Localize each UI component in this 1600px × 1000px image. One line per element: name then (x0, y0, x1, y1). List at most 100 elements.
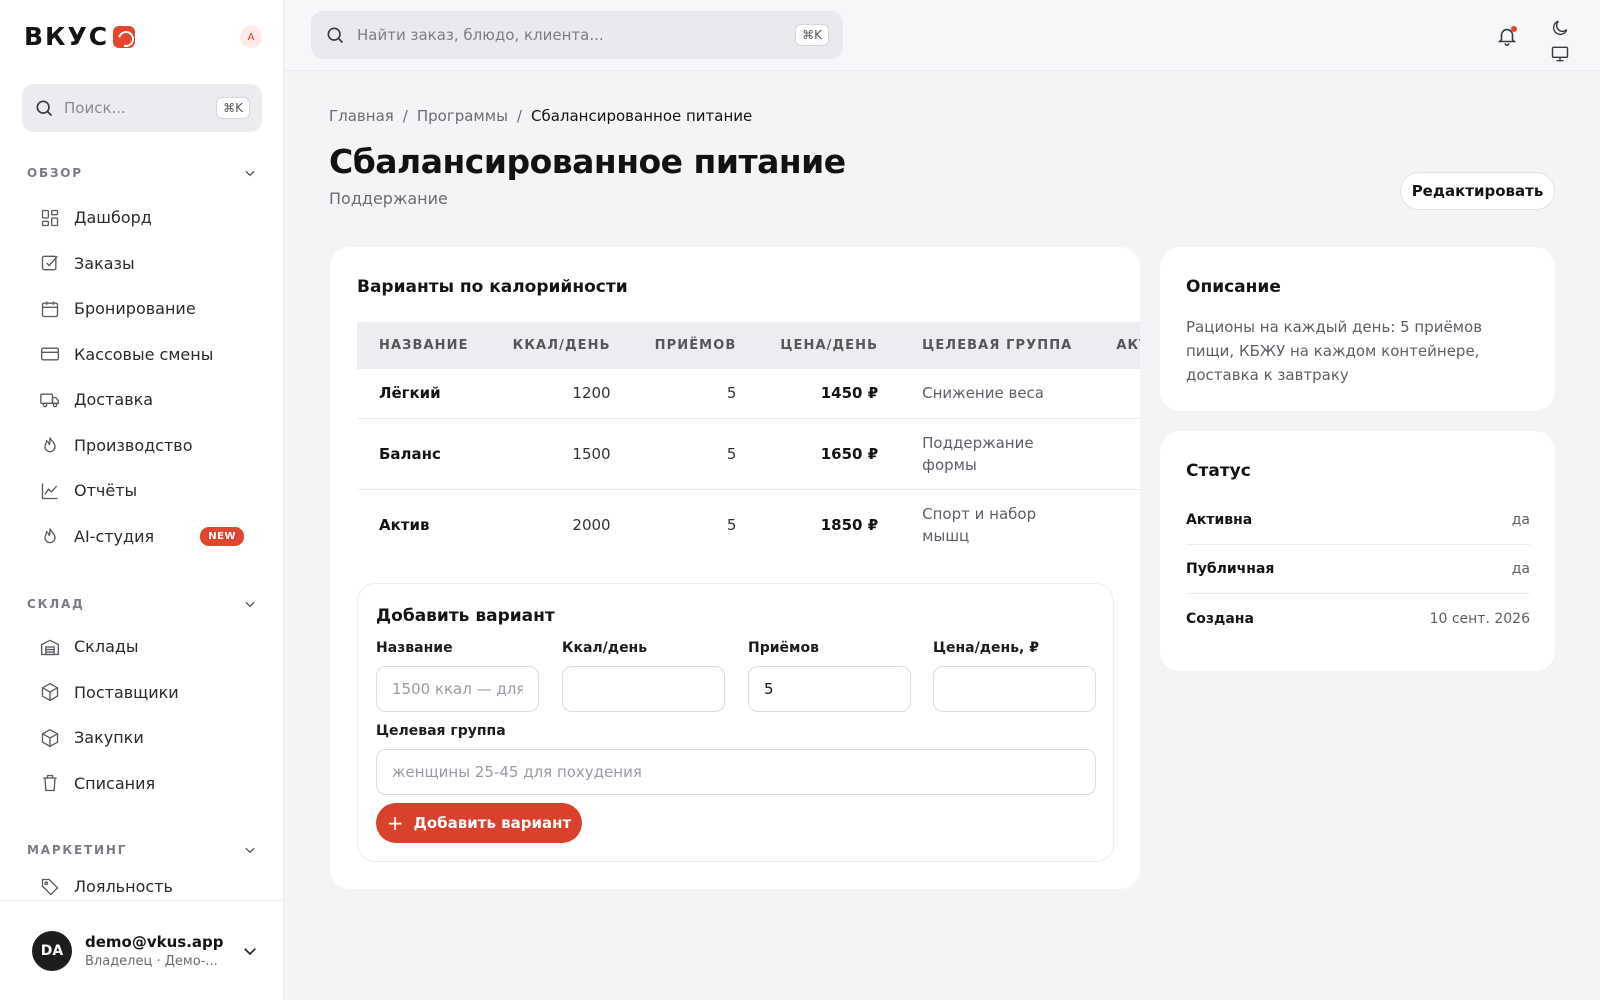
cell-kcal: 2000 (572, 515, 611, 534)
notifications-button[interactable] (1496, 25, 1520, 49)
description-card: Описание Рационы на каждый день: 5 приём… (1160, 247, 1555, 411)
logo[interactable]: ВКУС (24, 22, 262, 51)
table-row[interactable]: Лёгкий 1200 5 1450 ₽ Снижение веса 1 (357, 369, 1140, 419)
section-warehouse-header[interactable]: СКЛАД (27, 597, 257, 611)
user-menu[interactable]: DA demo@vkus.app Владелец · Демо-... (0, 900, 283, 1000)
sidebar-item-label: Доставка (74, 390, 154, 410)
nav-warehouse: Склады Поставщики Закупки Списания (22, 624, 262, 806)
sidebar-search-input[interactable] (64, 99, 207, 117)
sidebar-item-label: Дашборд (74, 208, 152, 228)
description-text: Рационы на каждый день: 5 приёмов пищи, … (1186, 318, 1483, 384)
sidebar-item-label: AI-студия (74, 526, 155, 546)
global-search[interactable]: ⌘K (311, 11, 843, 59)
column-header[interactable]: АКТИВНЫХ (1094, 322, 1140, 369)
sidebar-item-write-offs[interactable]: Списания (22, 761, 262, 807)
cell-active: 0 (1094, 489, 1140, 560)
breadcrumb-separator: / (516, 107, 522, 125)
dashboard-icon (41, 209, 59, 226)
variants-table: НАЗВАНИЕ ККАЛ/ДЕНЬ ПРИЁМОВ ЦЕНА/ДЕНЬ ЦЕЛ… (357, 322, 1140, 560)
cell-active: 0 (1094, 418, 1140, 490)
section-title: МАРКЕТИНГ (27, 843, 128, 857)
section-marketing-header[interactable]: МАРКЕТИНГ (27, 843, 257, 857)
user-email: demo@vkus.app (85, 932, 224, 951)
table-row[interactable]: Актив 2000 5 1850 ₽ Спорт и набор мышц 0 (357, 489, 1140, 560)
cell-meals: 5 (632, 418, 759, 490)
theme-switcher (1550, 18, 1570, 64)
section-overview-header[interactable]: ОБЗОР (27, 166, 257, 180)
status-row-public: Публичная да (1186, 545, 1530, 594)
column-header[interactable]: ЦЕНА/ДЕНЬ (758, 322, 900, 369)
sidebar-item-purchases[interactable]: Закупки (22, 715, 262, 761)
nav-overview: Дашборд Заказы Бронирование Кассовые сме… (22, 195, 262, 559)
sidebar-item-label: Лояльность (74, 877, 173, 897)
chevron-down-icon[interactable] (241, 942, 259, 960)
sidebar-item-label: Производство (74, 435, 193, 455)
status-key: Активна (1186, 512, 1253, 528)
sidebar-item-delivery[interactable]: Доставка (22, 377, 262, 423)
add-variant-button[interactable]: + Добавить вариант (376, 803, 582, 843)
sidebar-item-loyalty[interactable]: Лояльность (22, 872, 262, 900)
box-icon (41, 728, 59, 747)
table-row[interactable]: Баланс 1500 5 1650 ₽ Поддержание формы 0 (357, 418, 1140, 490)
meals-label: Приёмов (748, 640, 819, 656)
global-search-input[interactable] (357, 26, 784, 44)
add-variant-button-label: Добавить вариант (413, 814, 572, 832)
sidebar-item-suppliers[interactable]: Поставщики (22, 670, 262, 716)
cell-group: Поддержание формы (900, 418, 1095, 490)
tag-icon (41, 878, 59, 896)
sidebar-item-label: Поставщики (74, 682, 179, 702)
chevron-down-icon[interactable] (243, 597, 257, 611)
add-variant-title: Добавить вариант (376, 606, 555, 626)
sidebar-item-label: Заказы (74, 253, 135, 273)
edit-button[interactable]: Редактировать (1400, 172, 1555, 210)
kcal-field[interactable] (562, 666, 725, 712)
breadcrumb-home[interactable]: Главная (329, 107, 394, 125)
trash-icon (43, 775, 57, 792)
chevron-down-icon[interactable] (243, 843, 257, 857)
flame-icon (44, 528, 56, 544)
sidebar-item-dashboard[interactable]: Дашборд (22, 195, 262, 241)
column-header[interactable]: ККАЛ/ДЕНЬ (491, 322, 633, 369)
sidebar-item-production[interactable]: Производство (22, 423, 262, 469)
search-shortcut: ⌘K (795, 24, 829, 46)
status-value: да (1511, 561, 1530, 577)
user-info: demo@vkus.app Владелец · Демо-... (85, 933, 228, 969)
section-title: ОБЗОР (27, 166, 83, 180)
cell-kcal: 1500 (490, 418, 633, 490)
column-header[interactable]: НАЗВАНИЕ (357, 322, 491, 369)
cell-active: 1 (1094, 369, 1140, 419)
warehouse-icon (41, 639, 59, 655)
cell-meals: 5 (632, 369, 759, 419)
sidebar-item-orders[interactable]: Заказы (22, 241, 262, 287)
search-icon (327, 27, 344, 44)
sidebar-item-reports[interactable]: Отчёты (22, 468, 262, 514)
table-header-row: НАЗВАНИЕ ККАЛ/ДЕНЬ ПРИЁМОВ ЦЕНА/ДЕНЬ ЦЕЛ… (357, 322, 1140, 369)
chevron-down-icon[interactable] (243, 166, 257, 180)
price-label: Цена/день, ₽ (933, 640, 1039, 656)
status-value: да (1511, 512, 1530, 528)
description-title: Описание (1186, 277, 1281, 297)
target-group-field[interactable] (376, 749, 1096, 795)
column-header[interactable]: ЦЕЛЕВАЯ ГРУППА (900, 322, 1094, 369)
sidebar-search[interactable]: ⌘K (22, 84, 262, 132)
name-field[interactable] (376, 666, 539, 712)
language-badge[interactable]: A (240, 26, 262, 48)
sidebar-item-booking[interactable]: Бронирование (22, 286, 262, 332)
cell-kcal: 1200 (490, 369, 633, 419)
sidebar-item-cash-shifts[interactable]: Кассовые смены (22, 332, 262, 378)
breadcrumb-programs[interactable]: Программы (417, 107, 508, 125)
cell-group: Спорт и набор мышц (922, 504, 1037, 545)
cell-price: 1650 ₽ (758, 418, 901, 490)
monitor-icon[interactable] (1550, 44, 1570, 64)
kcal-label: Ккал/день (562, 640, 648, 656)
truck-icon (40, 393, 59, 408)
breadcrumb-current: Сбалансированное питание (530, 107, 753, 125)
meals-field[interactable] (748, 666, 911, 712)
sidebar-item-ai-studio[interactable]: AI-студия NEW (22, 514, 262, 560)
status-row-created: Создана 10 сент. 2026 (1186, 594, 1530, 643)
sidebar-item-label: Списания (74, 773, 156, 793)
sidebar-item-warehouses[interactable]: Склады (22, 624, 262, 670)
moon-icon[interactable] (1550, 18, 1570, 38)
column-header[interactable]: ПРИЁМОВ (633, 322, 759, 369)
price-field[interactable] (933, 666, 1096, 712)
